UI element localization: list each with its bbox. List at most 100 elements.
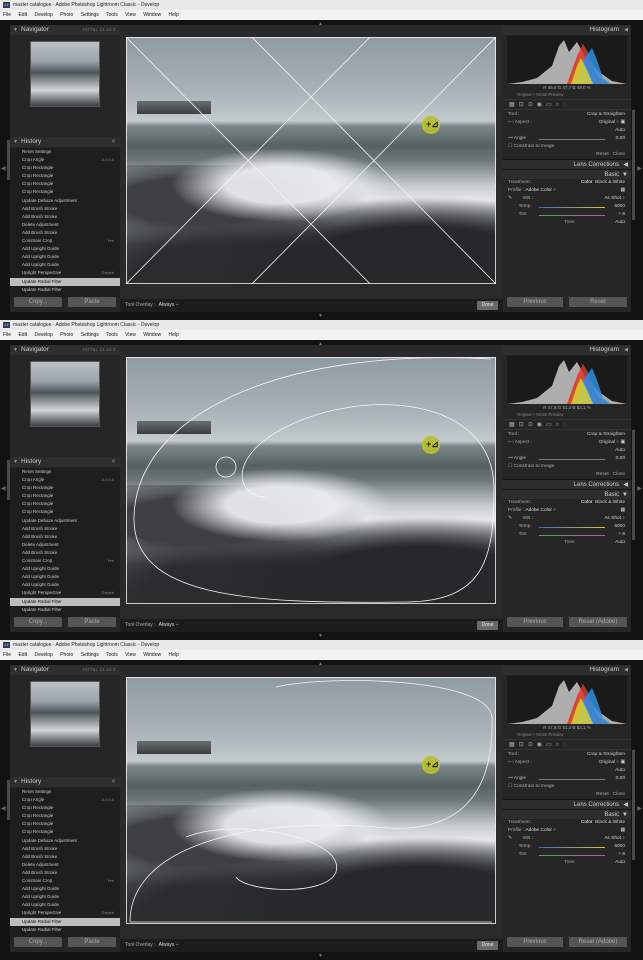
history-item[interactable]: Upright Perspective Guided (10, 589, 120, 597)
history-item[interactable]: Crop Rectangle (10, 172, 120, 180)
grid-icon[interactable]: ▦ (509, 102, 519, 108)
chevron-right-icon[interactable]: ▶ (637, 165, 642, 172)
navigator-preview[interactable] (30, 681, 100, 747)
crop-auto-button[interactable]: Auto (615, 767, 625, 775)
menu-file[interactable]: File (3, 652, 11, 658)
spot-removal-icon[interactable]: ⊙ (528, 422, 537, 428)
crop-overlay[interactable] (126, 677, 496, 924)
menu-window[interactable]: Window (143, 332, 161, 338)
history-item[interactable]: Add Brush Stroke (10, 229, 120, 237)
crop-frame-icon[interactable]: ⌐¬ (508, 760, 514, 765)
histogram[interactable] (507, 36, 627, 84)
graduated-filter-icon[interactable]: ▭ (546, 102, 556, 108)
crop-icon[interactable]: ⊡ (519, 422, 528, 428)
photo[interactable]: +⊿ (126, 357, 496, 604)
basic-header[interactable]: Basic ▼ (503, 809, 631, 819)
history-item[interactable]: Add Upright Guide (10, 245, 120, 253)
done-button[interactable]: Done (477, 301, 498, 310)
histogram[interactable] (507, 676, 627, 724)
angle-slider[interactable] (539, 459, 605, 460)
temp-value[interactable]: 5000 (614, 203, 625, 211)
history-item[interactable]: Crop Rectangle (10, 820, 120, 828)
history-item[interactable]: Update Radial Filter (10, 286, 120, 294)
crop-tool-value[interactable]: Crop & Straighten (587, 111, 625, 119)
history-item[interactable]: Add Upright Guide (10, 893, 120, 901)
history-item[interactable]: Crop Rectangle (10, 812, 120, 820)
crop-frame-icon[interactable]: ⌐¬ (508, 440, 514, 445)
tool-overlay-value[interactable]: Always (159, 942, 175, 948)
crop-close-button[interactable]: Close (613, 792, 625, 797)
tint-slider[interactable] (539, 215, 605, 216)
temp-slider[interactable] (539, 527, 605, 528)
tint-slider[interactable] (539, 855, 605, 856)
crop-tool-value[interactable]: Crop & Straighten (587, 751, 625, 759)
history-item[interactable]: Upright Perspective Guided (10, 909, 120, 917)
wb-dropdown[interactable]: As Shot ÷ (604, 515, 625, 523)
crop-reset-button[interactable]: Reset (596, 792, 609, 797)
tone-auto-button[interactable]: Auto (615, 859, 625, 867)
tone-auto-button[interactable]: Auto (615, 539, 625, 547)
crop-frame-icon[interactable]: ⌐¬ (508, 120, 514, 125)
crop-auto-button[interactable]: Auto (615, 127, 625, 135)
menu-settings[interactable]: Settings (81, 652, 99, 658)
history-item[interactable]: Crop Rectangle (10, 804, 120, 812)
angle-value[interactable]: 0,00 (616, 135, 625, 143)
history-item[interactable]: Add Upright Guide (10, 885, 120, 893)
navigator-preview[interactable] (30, 41, 100, 107)
red-eye-icon[interactable]: ◉ (537, 422, 546, 428)
aspect-value[interactable]: Original ÷ ▣ (599, 439, 625, 447)
graduated-filter-icon[interactable]: ▭ (546, 742, 556, 748)
grid-icon[interactable]: ▦ (509, 422, 519, 428)
chevron-down-icon[interactable]: ▼ (318, 953, 323, 959)
menu-develop[interactable]: Develop (34, 652, 52, 658)
menu-tools[interactable]: Tools (106, 12, 118, 18)
tint-value[interactable]: + 6 (618, 531, 625, 539)
history-item[interactable]: Crop Rectangle (10, 188, 120, 196)
eyedropper-icon[interactable]: ✎ (508, 516, 512, 521)
history-item[interactable]: Crop Rectangle (10, 828, 120, 836)
photo[interactable]: +⊿ (126, 37, 496, 284)
chevron-left-icon[interactable]: ◀ (1, 165, 6, 172)
history-item[interactable]: Add Brush Stroke (10, 213, 120, 221)
right-panel-scrollbar[interactable] (632, 750, 635, 860)
history-item[interactable]: Update Dehaze Adjustment (10, 517, 120, 525)
treatment-color[interactable]: Color (581, 180, 592, 185)
menu-photo[interactable]: Photo (60, 332, 73, 338)
done-button[interactable]: Done (477, 621, 498, 630)
basic-header[interactable]: Basic ▼ (503, 489, 631, 499)
menu-help[interactable]: Help (168, 652, 178, 658)
tint-slider[interactable] (539, 535, 605, 536)
navigator-zoom-options[interactable]: FIT FILL 1:1 1:2 ⇕ (83, 345, 116, 355)
histogram-header[interactable]: Histogram ◀ (503, 345, 631, 355)
level-icon[interactable]: ⊶ (508, 456, 513, 461)
history-item[interactable]: Crop Angle -0,0 0,0 (10, 156, 120, 164)
menu-develop[interactable]: Develop (34, 12, 52, 18)
lock-icon[interactable]: ▣ (620, 760, 625, 765)
chevron-down-icon[interactable]: ▼ (318, 633, 323, 639)
basic-header[interactable]: Basic ▼ (503, 169, 631, 179)
history-item[interactable]: Add Brush Stroke (10, 205, 120, 213)
brush-icon[interactable]: ◌ (563, 742, 571, 748)
done-button[interactable]: Done (477, 941, 498, 950)
tool-overlay-value[interactable]: Always (159, 622, 175, 628)
history-item[interactable]: Update Radial Filter (10, 926, 120, 934)
history-item[interactable]: Update Radial Filter (10, 606, 120, 614)
angle-slider[interactable] (539, 139, 605, 140)
menu-tools[interactable]: Tools (106, 332, 118, 338)
history-item[interactable]: Crop Rectangle (10, 180, 120, 188)
history-item[interactable]: Constrain Crop Yes (10, 237, 120, 245)
history-item[interactable]: Crop Rectangle (10, 164, 120, 172)
red-eye-icon[interactable]: ◉ (537, 742, 546, 748)
tint-value[interactable]: + 6 (618, 211, 625, 219)
histogram[interactable] (507, 356, 627, 404)
crop-icon[interactable]: ⊡ (519, 102, 528, 108)
profile-browser-icon[interactable]: ▦ (620, 187, 625, 195)
close-icon[interactable]: ✕ (111, 137, 116, 147)
menu-view[interactable]: View (125, 12, 136, 18)
temp-slider[interactable] (539, 847, 605, 848)
lens-corrections-header[interactable]: Lens Corrections ◀ (503, 159, 631, 169)
paste-button[interactable]: Paste (68, 937, 116, 947)
menu-develop[interactable]: Develop (34, 332, 52, 338)
navigator-zoom-options[interactable]: FIT FILL 1:1 1:2 ⇕ (83, 665, 116, 675)
crop-overlay[interactable] (126, 357, 496, 604)
